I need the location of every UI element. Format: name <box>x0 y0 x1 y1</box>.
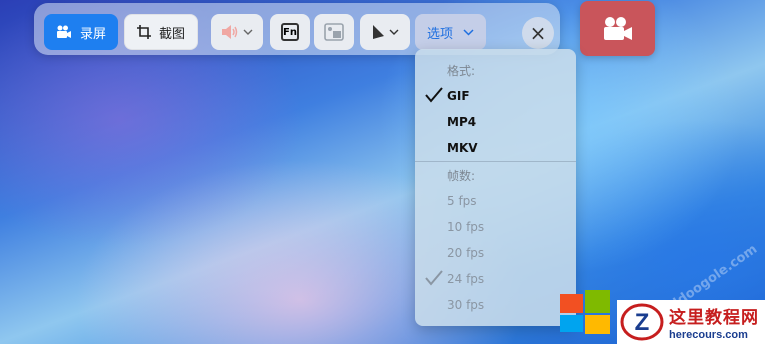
webcam-button[interactable] <box>314 14 354 50</box>
webcam-icon <box>324 23 344 41</box>
start-recording-button[interactable] <box>580 1 655 56</box>
speaker-icon <box>222 25 238 39</box>
site-logo-icon: Z <box>620 303 664 341</box>
site-title: 这里教程网 <box>669 308 759 328</box>
svg-text:Z: Z <box>635 309 650 336</box>
close-button[interactable]: × <box>522 17 554 49</box>
crop-icon <box>136 25 151 39</box>
menu-item-10fps[interactable]: 10 fps <box>415 214 576 240</box>
menu-item-gif[interactable]: GIF <box>415 83 576 109</box>
screenshot-label: 截图 <box>158 26 185 42</box>
menu-item-30fps[interactable]: 30 fps <box>415 292 576 318</box>
chevron-down-icon <box>389 29 399 35</box>
site-watermark: Z 这里教程网 herecours.com <box>617 300 765 344</box>
format-label: MP4 <box>447 115 477 129</box>
audio-source-button[interactable] <box>211 14 263 50</box>
fn-key-icon: Fn <box>281 23 299 41</box>
video-camera-icon <box>56 25 71 38</box>
format-label: MKV <box>447 141 478 155</box>
cursor-options-button[interactable] <box>360 14 410 50</box>
options-label: 选项 <box>426 26 453 42</box>
windows-logo-icon <box>560 290 610 334</box>
format-header: 格式: <box>447 63 476 78</box>
record-screen-label: 录屏 <box>79 26 106 42</box>
video-camera-icon <box>603 16 632 40</box>
menu-item-mp4[interactable]: MP4 <box>415 109 576 135</box>
menu-item-5fps[interactable]: 5 fps <box>415 188 576 214</box>
format-label: GIF <box>447 89 470 103</box>
fps-header: 帧数: <box>447 168 476 183</box>
menu-item-24fps[interactable]: 24 fps <box>415 266 576 292</box>
capture-toolbar: 录屏 截图 Fn 选项 × <box>34 3 560 55</box>
close-icon: × <box>529 21 547 45</box>
options-menu: 格式: GIF MP4 MKV 帧数: 5 fps 10 fps 20 fps … <box>415 49 576 326</box>
menu-item-20fps[interactable]: 20 fps <box>415 240 576 266</box>
menu-item-mkv[interactable]: MKV <box>415 135 576 161</box>
checkmark-icon <box>425 87 443 103</box>
options-dropdown-button[interactable]: 选项 <box>415 14 486 50</box>
screenshot-button[interactable]: 截图 <box>124 14 198 50</box>
site-url: herecours.com <box>669 329 748 341</box>
fn-key-label: Fn <box>283 26 297 38</box>
chevron-down-icon <box>463 28 474 36</box>
checkmark-icon <box>425 270 443 286</box>
cursor-icon <box>373 25 384 39</box>
keystroke-button[interactable]: Fn <box>270 14 310 50</box>
record-screen-button[interactable]: 录屏 <box>44 14 118 50</box>
chevron-down-icon <box>243 29 253 35</box>
